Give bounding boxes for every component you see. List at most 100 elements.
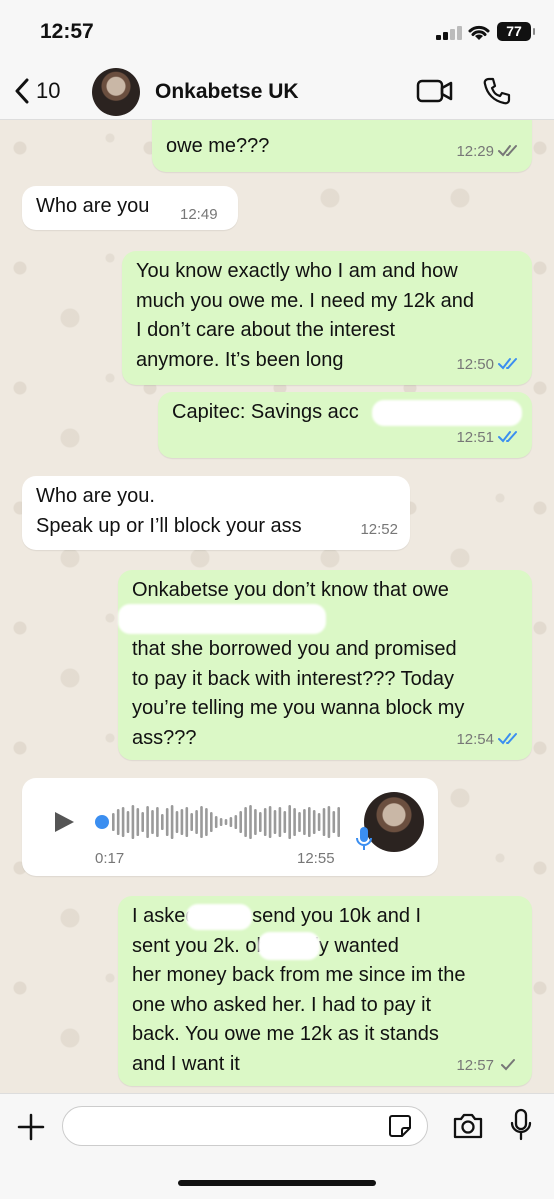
message-time: 12:54 [456, 730, 494, 748]
message-meta: 12:29 [456, 137, 520, 167]
message-time: 12:50 [456, 355, 494, 373]
read-ticks-icon [498, 358, 517, 370]
message-bubble[interactable]: Who are you. Speak up or I’ll block your… [22, 476, 410, 550]
waveform-bar [156, 807, 159, 837]
message-time: 12:29 [456, 142, 494, 160]
phone-icon[interactable] [482, 76, 512, 106]
message-bubble[interactable]: Capitec: Savings acc 12:51 [158, 392, 532, 458]
back-chevron-icon [15, 78, 29, 104]
waveform-bar [200, 806, 203, 838]
waveform-bar [317, 813, 321, 831]
waveform-bar [332, 811, 336, 833]
playback-scrubber[interactable] [95, 815, 109, 829]
waveform-bar [190, 813, 193, 831]
waveform-bar [312, 810, 316, 834]
microphone-icon[interactable] [510, 1108, 532, 1142]
contact-name[interactable]: Onkabetse UK [155, 80, 299, 104]
redacted-region [186, 904, 252, 930]
status-time: 12:57 [40, 20, 94, 43]
waveform-bar [239, 811, 242, 833]
waveform-bar [234, 815, 238, 829]
back-button[interactable]: 10 [14, 78, 60, 104]
message-time: 12:52 [360, 520, 398, 538]
waveform-bar [278, 807, 282, 837]
waveform-bar [298, 812, 301, 832]
redacted-region [118, 604, 326, 634]
waveform-bar [273, 810, 277, 834]
message-list: owe me??? 12:29 Who are you 12:49 You kn… [0, 120, 554, 1093]
message-text: Who are you. Speak up or I’ll block your… [36, 485, 302, 537]
waveform-bar [254, 809, 257, 835]
waveform-bar [322, 808, 326, 836]
waveform-bar [249, 805, 252, 839]
sent-tick-icon [501, 1059, 515, 1071]
waveform-bar [224, 819, 228, 825]
message-meta: 12:57 [456, 1051, 520, 1081]
unread-count: 10 [36, 78, 61, 103]
message-text: Who are you [36, 195, 150, 217]
waveform-bar [205, 808, 208, 836]
audio-waveform[interactable] [112, 802, 342, 842]
status-bar: 12:57 77 [0, 0, 554, 62]
cellular-signal-icon [436, 26, 462, 40]
message-meta: 12:54 [456, 725, 520, 755]
message-bubble[interactable]: I asked na to send you 10k and I sent yo… [118, 896, 532, 1086]
waveform-bar [263, 808, 267, 836]
waveform-bar [121, 807, 125, 837]
contact-avatar[interactable] [92, 68, 140, 116]
waveform-bar [337, 807, 340, 837]
waveform-bar [116, 809, 120, 835]
waveform-bar [195, 810, 198, 834]
waveform-bar [112, 813, 115, 831]
waveform-bar [136, 808, 140, 836]
message-time: 12:51 [456, 428, 494, 446]
read-ticks-icon [498, 733, 517, 745]
redacted-region [258, 932, 320, 960]
waveform-bar [259, 812, 262, 832]
waveform-bar [131, 805, 135, 839]
waveform-bar [219, 818, 223, 826]
read-ticks-icon [498, 431, 517, 443]
home-indicator [178, 1180, 376, 1186]
message-time: 12:49 [180, 206, 218, 223]
wifi-icon [468, 25, 490, 40]
message-time: 12:55 [297, 850, 335, 867]
video-camera-icon[interactable] [416, 78, 454, 104]
message-time: 12:57 [456, 1056, 494, 1074]
sticker-icon[interactable] [388, 1114, 412, 1138]
voice-message[interactable]: 0:17 12:55 [22, 778, 438, 876]
waveform-bar [214, 816, 218, 828]
waveform-bar [303, 809, 306, 835]
battery-indicator: 77 [497, 22, 535, 41]
message-input[interactable] [62, 1106, 428, 1146]
composer-bar [0, 1093, 554, 1199]
read-ticks-icon [498, 145, 517, 157]
message-meta: 12:52 [360, 515, 398, 545]
plus-icon[interactable] [16, 1112, 46, 1142]
waveform-bar [308, 807, 311, 837]
waveform-bar [151, 810, 154, 834]
waveform-bar [165, 808, 169, 836]
waveform-bar [283, 811, 287, 833]
message-bubble[interactable]: owe me??? 12:29 [152, 120, 532, 172]
camera-icon[interactable] [452, 1112, 484, 1140]
voice-duration: 0:17 [95, 850, 125, 867]
waveform-bar [210, 812, 213, 832]
waveform-bar [185, 807, 189, 837]
microphone-icon [356, 827, 372, 850]
message-bubble[interactable]: Onkabetse you don’t know that owe 12 tho… [118, 570, 532, 760]
waveform-bar [244, 807, 247, 837]
waveform-bar [288, 805, 291, 839]
message-bubble[interactable]: You know exactly who I am and how much y… [122, 251, 532, 385]
message-bubble[interactable]: Who are you 12:49 [22, 186, 238, 230]
waveform-bar [146, 806, 149, 838]
chat-header: 10 Onkabetse UK [0, 62, 554, 120]
sender-avatar [364, 792, 424, 852]
waveform-bar [327, 806, 331, 838]
message-meta: 12:50 [456, 350, 520, 380]
waveform-bar [268, 806, 272, 838]
waveform-bar [161, 814, 164, 830]
message-meta: 12:51 [456, 423, 520, 453]
play-icon[interactable] [52, 810, 76, 834]
waveform-bar [229, 817, 233, 827]
